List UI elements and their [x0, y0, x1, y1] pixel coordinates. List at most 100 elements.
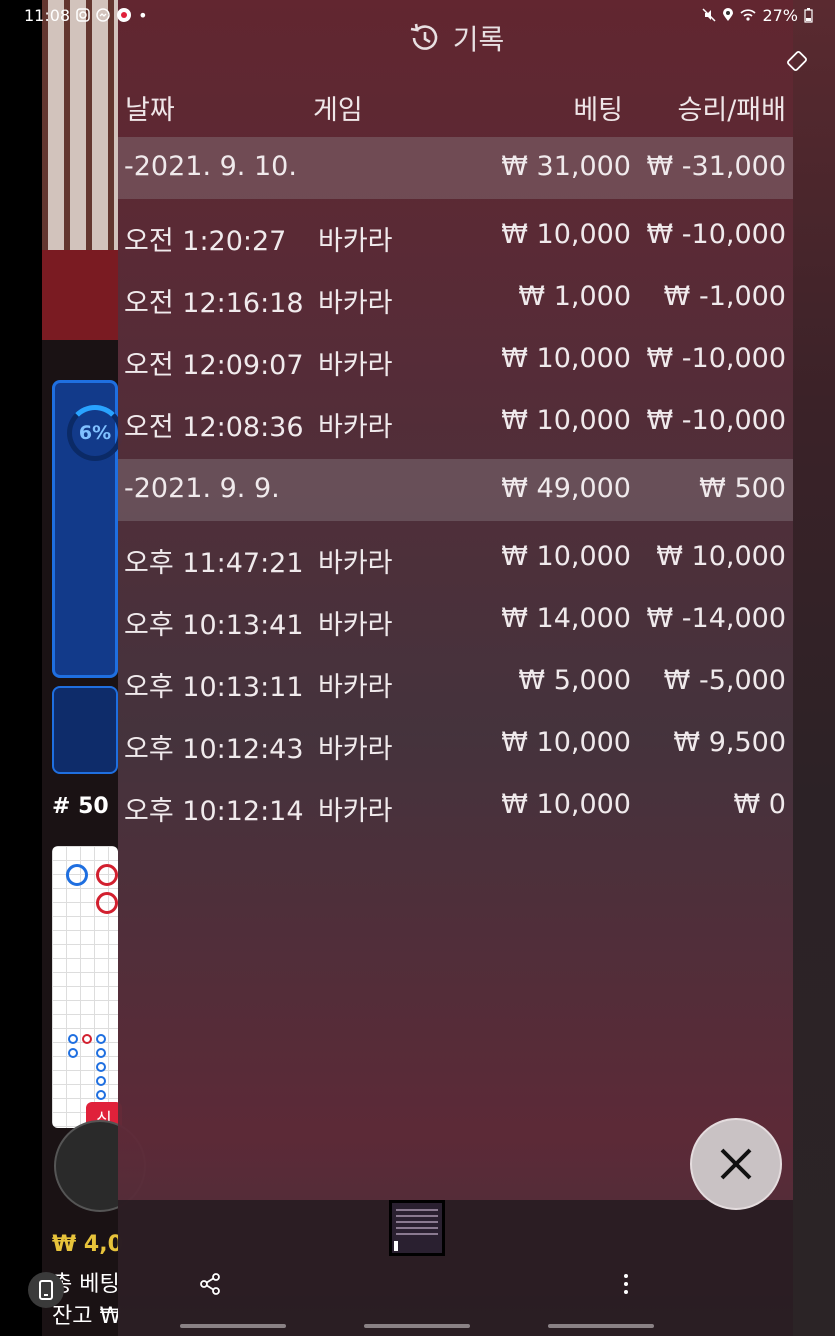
balance-amount: ₩ 4,0	[52, 1232, 123, 1257]
road-small-dot	[96, 1090, 106, 1100]
date-label: -2021. 9. 10.	[124, 151, 297, 182]
history-row: 오전 12:08:36 바카라 ₩ 10,000 ₩ -10,000	[118, 391, 793, 453]
row-bet: ₩ 10,000	[501, 343, 631, 374]
road-small-dot	[96, 1062, 106, 1072]
row-time: 오전 12:09:07	[124, 350, 304, 381]
road-small-dot	[96, 1034, 106, 1044]
road-small-dot	[68, 1048, 78, 1058]
road-dot-banker	[96, 892, 118, 914]
row-time: 오후 11:47:21	[124, 548, 304, 579]
status-bar: 11:08 • 27%	[0, 0, 835, 30]
row-winloss: ₩ -10,000	[646, 219, 787, 250]
history-row: 오전 12:09:07 바카라 ₩ 10,000 ₩ -10,000	[118, 329, 793, 391]
screenshot-thumbnail[interactable]	[389, 1200, 445, 1256]
app-notification-icon	[117, 8, 132, 22]
row-time: 오후 10:12:43	[124, 734, 304, 765]
decor-table	[42, 250, 118, 340]
bead-road-card[interactable]	[52, 846, 118, 1128]
date-group-row: -2021. 9. 10. ₩ 31,000 ₩ -31,000	[118, 137, 793, 199]
row-bet: ₩ 31,000	[501, 151, 631, 182]
row-winloss: ₩ 0	[733, 789, 786, 820]
row-bet: ₩ 10,000	[501, 789, 631, 820]
history-row: 오전 12:16:18 바카라 ₩ 1,000 ₩ -1,000	[118, 267, 793, 329]
row-game: 바카라	[318, 610, 393, 641]
row-time: 오후 10:13:11	[124, 672, 304, 703]
history-row: 오후 10:13:41 바카라 ₩ 14,000 ₩ -14,000	[118, 589, 793, 651]
row-bet: ₩ 10,000	[501, 541, 631, 572]
history-row: 오전 1:20:27 바카라 ₩ 10,000 ₩ -10,000	[118, 205, 793, 267]
row-time: 오후 10:12:14	[124, 796, 304, 827]
round-number: # 50	[52, 794, 109, 819]
row-time: 오전 12:16:18	[124, 288, 304, 319]
row-winloss: ₩ -14,000	[646, 603, 787, 634]
row-bet: ₩ 5,000	[518, 665, 631, 696]
row-bet: ₩ 49,000	[501, 473, 631, 504]
row-winloss: ₩ 10,000	[656, 541, 786, 572]
row-bet: ₩ 10,000	[501, 405, 631, 436]
row-game: 바카라	[318, 412, 393, 443]
date-label: -2021. 9. 9.	[124, 473, 280, 504]
mute-icon	[702, 8, 716, 22]
close-icon	[720, 1148, 752, 1180]
wifi-icon	[740, 9, 756, 21]
date-group-row: -2021. 9. 9. ₩ 49,000 ₩ 500	[118, 459, 793, 521]
road-small-dot	[96, 1048, 106, 1058]
battery-icon	[804, 7, 813, 23]
row-time: 오전 12:08:36	[124, 412, 304, 443]
row-game: 바카라	[318, 226, 393, 257]
road-dot-player	[66, 864, 88, 886]
road-small-dot	[96, 1076, 106, 1086]
phone-rotate-icon	[39, 1280, 53, 1300]
status-time: 11:08	[24, 5, 71, 25]
rotate-screen-button[interactable]	[28, 1272, 64, 1308]
row-winloss: ₩ 9,500	[673, 727, 786, 758]
history-panel: 기록 날짜 게임 베팅 승리/패배 -2021. 9. 10. ₩ 31,000 ₩…	[118, 0, 807, 1336]
screen-rotate-icon[interactable]	[786, 50, 808, 72]
column-header-winloss: 승리/패배	[677, 95, 786, 126]
road-small-dot	[68, 1034, 78, 1044]
row-game: 바카라	[318, 350, 393, 381]
column-header-bet: 베팅	[573, 95, 623, 126]
row-game: 바카라	[318, 672, 393, 703]
battery-percent: 27%	[762, 5, 798, 25]
nav-pill-left	[180, 1324, 286, 1328]
column-header-date: 날짜	[125, 95, 175, 126]
messenger-icon	[96, 8, 110, 22]
row-winloss: ₩ -10,000	[646, 343, 787, 374]
player-bet-card[interactable]: 6%	[52, 380, 123, 678]
history-row: 오후 10:13:11 바카라 ₩ 5,000 ₩ -5,000	[118, 651, 793, 713]
share-icon[interactable]	[198, 1272, 222, 1296]
location-icon	[723, 8, 734, 21]
nav-pill-right	[548, 1324, 654, 1328]
timer-percent: 6%	[78, 422, 112, 444]
history-row: 오후 11:47:21 바카라 ₩ 10,000 ₩ 10,000	[118, 527, 793, 589]
nav-pill-center	[364, 1324, 470, 1328]
timer-ring: 6%	[67, 405, 123, 461]
road-small-dot	[82, 1034, 92, 1044]
row-winloss: ₩ 500	[699, 473, 786, 504]
close-button[interactable]	[690, 1118, 782, 1210]
instagram-icon	[76, 8, 90, 22]
history-row: 오후 10:12:43 바카라 ₩ 10,000 ₩ 9,500	[118, 713, 793, 775]
column-header-game: 게임	[313, 95, 363, 126]
row-bet: ₩ 1,000	[518, 281, 631, 312]
row-game: 바카라	[318, 796, 393, 827]
road-dot-banker	[96, 864, 118, 886]
row-bet: ₩ 10,000	[501, 219, 631, 250]
row-time: 오후 10:13:41	[124, 610, 304, 641]
more-notifications-icon: •	[138, 5, 148, 25]
row-game: 바카라	[318, 548, 393, 579]
history-row: 오후 10:12:14 바카라 ₩ 10,000 ₩ 0	[118, 775, 793, 837]
more-options-icon[interactable]	[616, 1272, 636, 1296]
row-winloss: ₩ -5,000	[663, 665, 786, 696]
row-bet: ₩ 14,000	[501, 603, 631, 634]
row-winloss: ₩ -10,000	[646, 405, 787, 436]
thumbnail-preview-icon	[392, 1203, 442, 1253]
row-bet: ₩ 10,000	[501, 727, 631, 758]
bottom-toolbar	[118, 1200, 793, 1336]
bet-card-secondary[interactable]	[52, 686, 118, 774]
row-game: 바카라	[318, 734, 393, 765]
row-game: 바카라	[318, 288, 393, 319]
balance-label: 잔고 ₩	[52, 1304, 122, 1329]
row-winloss: ₩ -31,000	[646, 151, 787, 182]
